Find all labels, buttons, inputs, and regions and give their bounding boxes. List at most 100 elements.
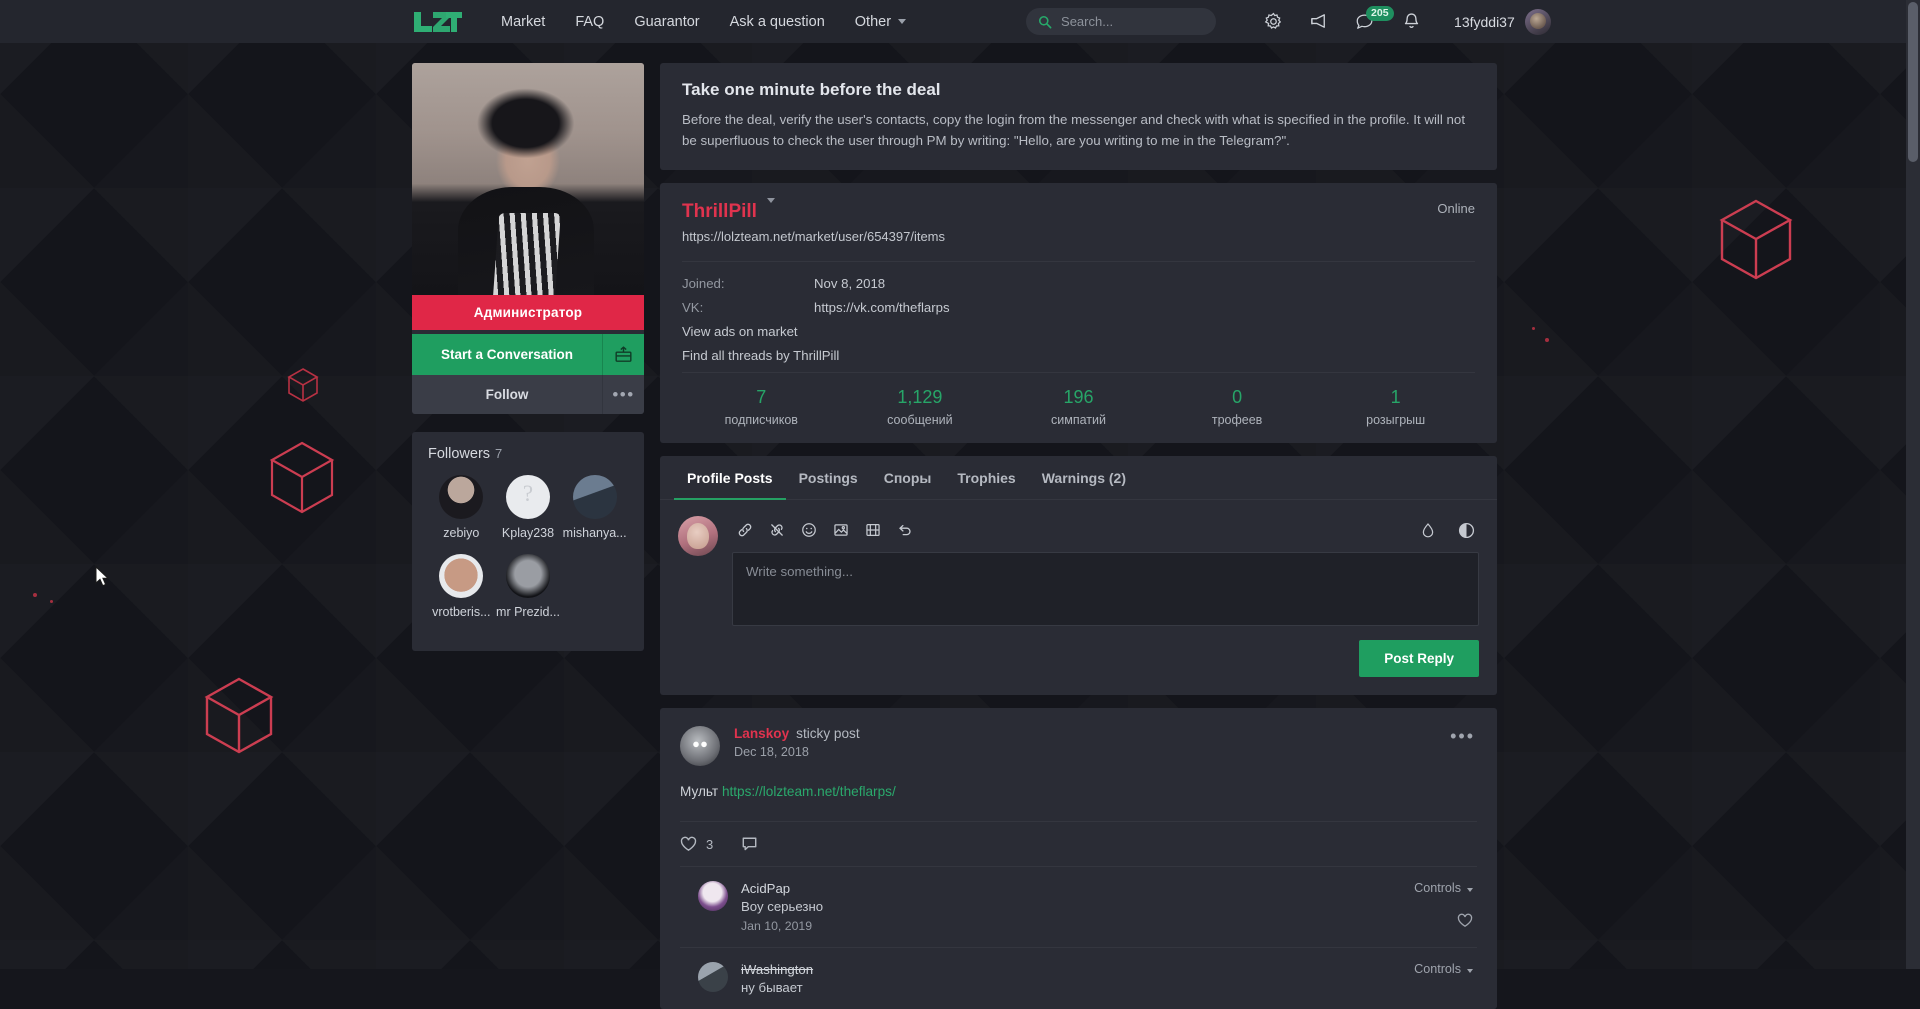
bell-icon[interactable] — [1388, 0, 1434, 43]
post-text-input[interactable]: Write something... — [732, 552, 1479, 626]
follower-name: mishanya... — [563, 526, 627, 540]
site-logo[interactable] — [412, 9, 464, 35]
post-text: Мульт — [680, 784, 722, 799]
controls-label: Controls — [1414, 881, 1461, 895]
profile-post: Lanskoy sticky post Dec 18, 2018 ••• Муль… — [660, 708, 1497, 1009]
like-button[interactable]: 3 — [680, 836, 713, 852]
chevron-down-icon[interactable] — [767, 198, 775, 203]
post-author[interactable]: Lanskoy — [734, 726, 789, 741]
list-item[interactable]: ? Kplay238 — [495, 475, 562, 540]
ink-drop-icon[interactable] — [1415, 517, 1441, 543]
field-label: VK: — [682, 300, 814, 315]
list-item: iWashington ну бывает Controls — [680, 947, 1477, 1009]
sticky-label: sticky post — [796, 726, 859, 741]
profile-avatar-card: Администратор Start a Conversation Follo… — [412, 63, 644, 414]
search-input[interactable] — [1061, 14, 1201, 29]
post-menu-button[interactable]: ••• — [1450, 726, 1477, 766]
comment-text: ну бывает — [741, 980, 813, 995]
nav-item-guarantor[interactable]: Guarantor — [619, 0, 714, 43]
stat-value: 196 — [999, 387, 1158, 408]
nav-item-other[interactable]: Other — [840, 0, 921, 43]
image-icon[interactable] — [828, 517, 854, 543]
followers-grid: zebiyo ? Kplay238 mishanya... vr — [428, 475, 628, 633]
nav-label: FAQ — [575, 14, 604, 30]
avatar — [698, 962, 728, 992]
page-scrollbar[interactable] — [1906, 0, 1920, 969]
nav-item-market[interactable]: Market — [486, 0, 560, 43]
avatar — [678, 516, 718, 556]
avatar — [680, 726, 720, 766]
tab-postings[interactable]: Postings — [786, 456, 871, 500]
comment-controls-area: Controls — [1414, 962, 1477, 976]
more-options-button[interactable]: ••• — [602, 375, 644, 414]
profile-market-url[interactable]: https://lolzteam.net/market/user/654397/… — [682, 229, 1475, 244]
stat-likes[interactable]: 196 симпатий — [999, 387, 1158, 427]
stat-giveaways[interactable]: 1 розыгрыш — [1316, 387, 1475, 427]
profile-header: ThrillPill Online — [682, 201, 1475, 223]
megaphone-icon[interactable] — [1296, 0, 1342, 43]
list-item[interactable]: zebiyo — [428, 475, 495, 540]
list-item[interactable]: vrotberis... — [428, 554, 495, 619]
stat-trophies[interactable]: 0 трофеев — [1158, 387, 1317, 427]
field-value-link[interactable]: https://vk.com/theflarps — [814, 300, 950, 315]
followers-label: Followers — [428, 446, 490, 462]
heart-icon — [680, 836, 697, 852]
profile-username[interactable]: ThrillPill — [682, 201, 757, 223]
editor-toolbar-right — [1415, 517, 1479, 543]
start-conversation-button[interactable]: Start a Conversation — [412, 334, 602, 375]
field-value: Nov 8, 2018 — [814, 276, 885, 291]
gear-icon[interactable] — [1250, 0, 1296, 43]
search-box[interactable] — [1026, 8, 1216, 35]
profile-fields: Joined: Nov 8, 2018 VK: https://vk.com/t… — [682, 261, 1475, 363]
role-badge: Администратор — [412, 295, 644, 330]
post-link[interactable]: https://lolzteam.net/theflarps/ — [722, 784, 896, 799]
follow-button[interactable]: Follow — [412, 375, 602, 414]
comment-controls-button[interactable]: Controls — [1414, 962, 1473, 976]
find-threads-link[interactable]: Find all threads by ThrillPill — [682, 348, 1475, 363]
avatar — [1525, 9, 1551, 35]
tab-spory[interactable]: Споры — [871, 456, 945, 500]
view-ads-link[interactable]: View ads on market — [682, 324, 1475, 339]
comment-like-button[interactable] — [1414, 913, 1473, 933]
stat-messages[interactable]: 1,129 сообщений — [841, 387, 1000, 427]
controls-label: Controls — [1414, 962, 1461, 976]
post-date: Dec 18, 2018 — [734, 745, 860, 759]
list-item: AcidPap Воу серьезно Jan 10, 2019 Contro… — [680, 866, 1477, 947]
comment-controls-button[interactable]: Controls — [1414, 881, 1473, 895]
comment-author[interactable]: iWashington — [741, 962, 813, 977]
tab-trophies[interactable]: Trophies — [944, 456, 1028, 500]
list-item[interactable]: mr Prezid... — [495, 554, 562, 619]
post-reply-button[interactable]: Post Reply — [1359, 640, 1479, 677]
link-icon[interactable] — [732, 517, 758, 543]
stat-label: подписчиков — [682, 413, 841, 427]
post-meta: Lanskoy sticky post Dec 18, 2018 — [734, 726, 860, 766]
follower-name: Kplay238 — [502, 526, 554, 540]
nav-item-ask-a-question[interactable]: Ask a question — [715, 0, 840, 43]
media-icon[interactable] — [860, 517, 886, 543]
avatar — [698, 881, 728, 911]
contrast-toggle-icon[interactable] — [1453, 517, 1479, 543]
profile-stats: 7 подписчиков 1,129 сообщений 196 симпат… — [682, 372, 1475, 443]
follower-name: vrotberis... — [432, 605, 490, 619]
nav-label: Other — [855, 14, 891, 30]
chevron-down-icon — [1467, 888, 1473, 892]
avatar: ? — [506, 475, 550, 519]
send-gift-icon[interactable] — [602, 334, 644, 375]
list-item[interactable]: mishanya... — [561, 475, 628, 540]
conversations-icon[interactable]: 205 — [1342, 0, 1388, 43]
tab-warnings[interactable]: Warnings (2) — [1029, 456, 1139, 500]
stat-followers[interactable]: 7 подписчиков — [682, 387, 841, 427]
stat-value: 1,129 — [841, 387, 1000, 408]
emoji-icon[interactable] — [796, 517, 822, 543]
undo-icon[interactable] — [892, 517, 918, 543]
scrollbar-thumb[interactable] — [1908, 2, 1918, 162]
comment-text: Воу серьезно — [741, 899, 823, 914]
comment-author[interactable]: AcidPap — [741, 881, 823, 896]
comment-button[interactable] — [741, 836, 758, 852]
nav-item-faq[interactable]: FAQ — [560, 0, 619, 43]
unlink-icon[interactable] — [764, 517, 790, 543]
nav-label: Ask a question — [730, 14, 825, 30]
avatar — [573, 475, 617, 519]
tab-profile-posts[interactable]: Profile Posts — [674, 456, 786, 500]
user-menu[interactable]: 13fyddi37 — [1454, 9, 1551, 35]
